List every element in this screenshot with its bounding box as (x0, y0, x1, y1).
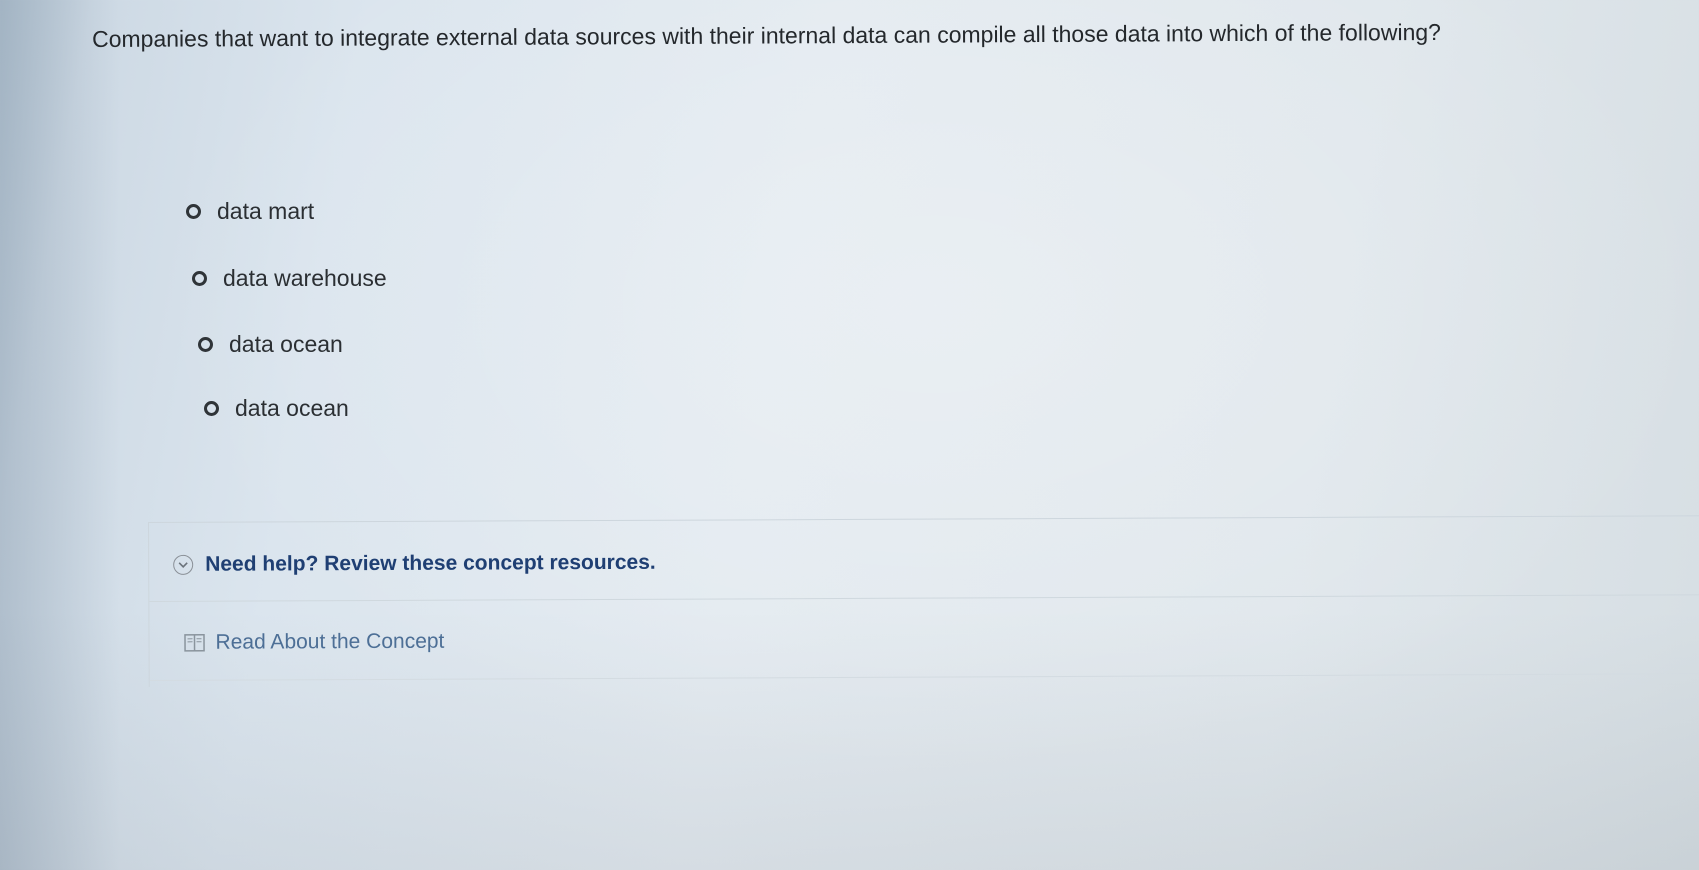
divider (149, 673, 1699, 681)
screen-edge-shadow (0, 0, 120, 870)
choice-data-ocean-1[interactable]: data ocean (198, 331, 343, 358)
radio-button[interactable] (192, 271, 207, 286)
screen-glare (0, 0, 1699, 870)
concept-resources-panel: Need help? Review these concept resource… (148, 515, 1699, 687)
choice-data-ocean-2[interactable]: data ocean (204, 395, 349, 422)
choice-label: data warehouse (223, 265, 387, 291)
choice-data-warehouse[interactable]: data warehouse (192, 265, 387, 292)
choice-label: data ocean (229, 331, 343, 357)
chevron-down-circle-icon (173, 554, 194, 575)
concept-resources-label: Need help? Review these concept resource… (205, 550, 656, 576)
choice-data-mart[interactable]: data mart (186, 198, 314, 225)
book-icon (183, 633, 205, 653)
radio-button[interactable] (198, 337, 213, 352)
divider (149, 594, 1699, 602)
concept-resources-toggle[interactable]: Need help? Review these concept resource… (173, 551, 656, 577)
choice-label: data mart (217, 198, 315, 224)
read-about-concept-link[interactable]: Read About the Concept (183, 630, 444, 655)
radio-button[interactable] (204, 401, 219, 416)
read-about-concept-label: Read About the Concept (215, 629, 445, 654)
question-text: Companies that want to integrate externa… (92, 18, 1441, 52)
choice-label: data ocean (235, 395, 349, 421)
radio-button[interactable] (186, 204, 201, 219)
